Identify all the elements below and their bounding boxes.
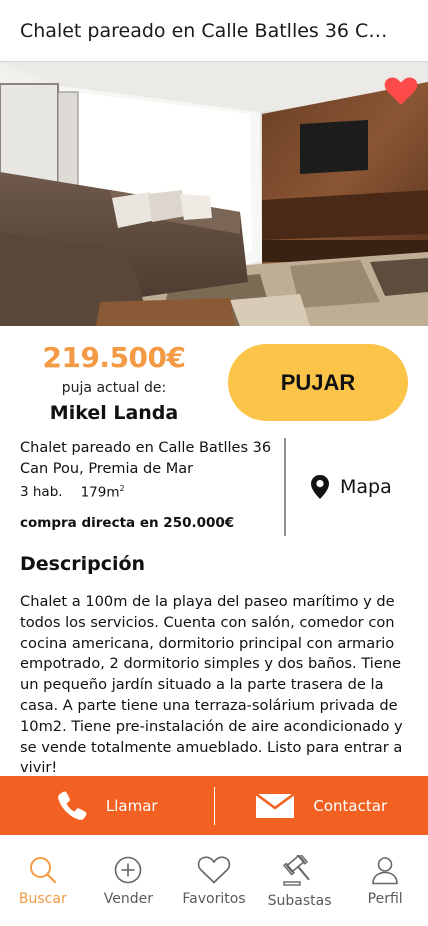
page-title: Chalet pareado en Calle Batlles 36 Can P… [20,19,390,42]
call-button[interactable]: Llamar [0,776,214,835]
bottom-tab-bar: Buscar Vender Favoritos Subastas Perfil [0,835,428,926]
price-block: 219.500€ puja actual de: Mikel Landa [20,340,208,424]
tab-perfil[interactable]: Perfil [342,835,428,926]
tab-subastas[interactable]: Subastas [257,835,343,926]
living-room-image [0,62,428,326]
plus-circle-icon [115,856,142,884]
current-price: 219.500€ [42,341,186,374]
tab-label: Buscar [18,891,67,907]
tab-favoritos[interactable]: Favoritos [171,835,257,926]
area-value: 179m2 [81,484,125,501]
tab-vender[interactable]: Vender [86,835,172,926]
bidder-name: Mikel Landa [49,402,179,424]
tab-label: Perfil [367,891,403,907]
area-number: 179m [80,484,120,501]
area-unit-sup: 2 [119,484,125,493]
property-specs: 3 hab. 179m2 [20,484,275,501]
favorite-heart-icon[interactable] [384,76,418,106]
call-label: Llamar [105,796,158,815]
map-pin-icon [311,475,329,499]
tab-label: Vender [103,891,153,907]
bid-label: puja actual de: [61,380,167,396]
contact-button[interactable]: Contactar [215,776,428,835]
map-link[interactable]: Mapa [310,474,392,500]
property-info: Chalet pareado en Calle Batlles 36 Can P… [20,438,275,531]
contact-action-bar: Llamar Contactar [0,776,428,835]
app-header: Chalet pareado en Calle Batlles 36 Can P… [0,0,428,62]
tab-label: Favoritos [182,891,246,907]
tab-label: Subastas [267,893,332,909]
bid-button[interactable]: PUJAR [228,344,408,421]
phone-icon [58,791,87,820]
user-icon [372,857,398,885]
envelope-icon [255,792,296,818]
direct-buy-price: compra directa en 250.000€ [20,514,235,531]
heart-icon [197,856,231,884]
property-address: Chalet pareado en Calle Batlles 36 Can P… [20,440,272,477]
search-icon [29,857,56,884]
rooms-count: 3 hab. [20,484,63,500]
property-photo[interactable] [0,62,428,326]
vertical-divider [284,438,286,536]
description-title: Descripción [20,553,146,575]
map-label: Mapa [340,476,392,498]
description-text: Chalet a 100m de la playa del paseo marí… [20,593,403,774]
tab-buscar[interactable]: Buscar [0,835,86,926]
contact-label: Contactar [313,796,388,815]
gavel-icon [282,855,310,886]
